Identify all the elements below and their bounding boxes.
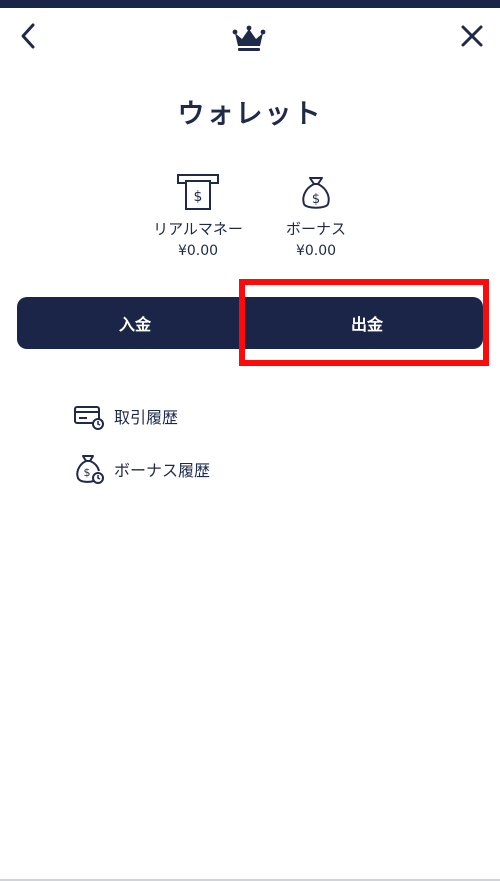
atm-money-icon: $ <box>138 172 258 212</box>
real-money-label: リアルマネー <box>153 220 243 238</box>
top-strip <box>0 0 500 8</box>
bonus-history-item[interactable]: $ ボーナス履歴 <box>70 449 210 489</box>
crown-icon <box>232 25 266 53</box>
bonus-amount: ¥0.00 <box>295 243 337 259</box>
chevron-left-icon <box>18 22 38 54</box>
deposit-button[interactable]: 入金 <box>17 297 253 349</box>
svg-text:$: $ <box>84 466 91 479</box>
close-icon <box>460 24 484 52</box>
bonus-history-label: ボーナス履歴 <box>114 461 211 480</box>
header <box>0 8 500 68</box>
transaction-history-label: 取引履歴 <box>114 408 179 427</box>
real-money-balance: $ リアルマネー ¥0.00 <box>138 172 258 259</box>
transaction-history-item[interactable]: 取引履歴 <box>70 396 178 436</box>
withdraw-button[interactable]: 出金 <box>251 297 483 349</box>
svg-text:$: $ <box>312 192 320 207</box>
close-button[interactable] <box>452 18 492 58</box>
card-history-icon <box>70 400 108 432</box>
real-money-amount: ¥0.00 <box>177 243 219 259</box>
back-button[interactable] <box>8 18 48 58</box>
bag-history-icon: $ <box>70 453 108 485</box>
bonus-balance: $ ボーナス ¥0.00 <box>256 172 376 259</box>
svg-text:$: $ <box>194 189 203 205</box>
bonus-label: ボーナス <box>285 220 346 238</box>
money-bag-icon: $ <box>256 172 376 212</box>
page-title: ウォレット <box>177 99 323 130</box>
